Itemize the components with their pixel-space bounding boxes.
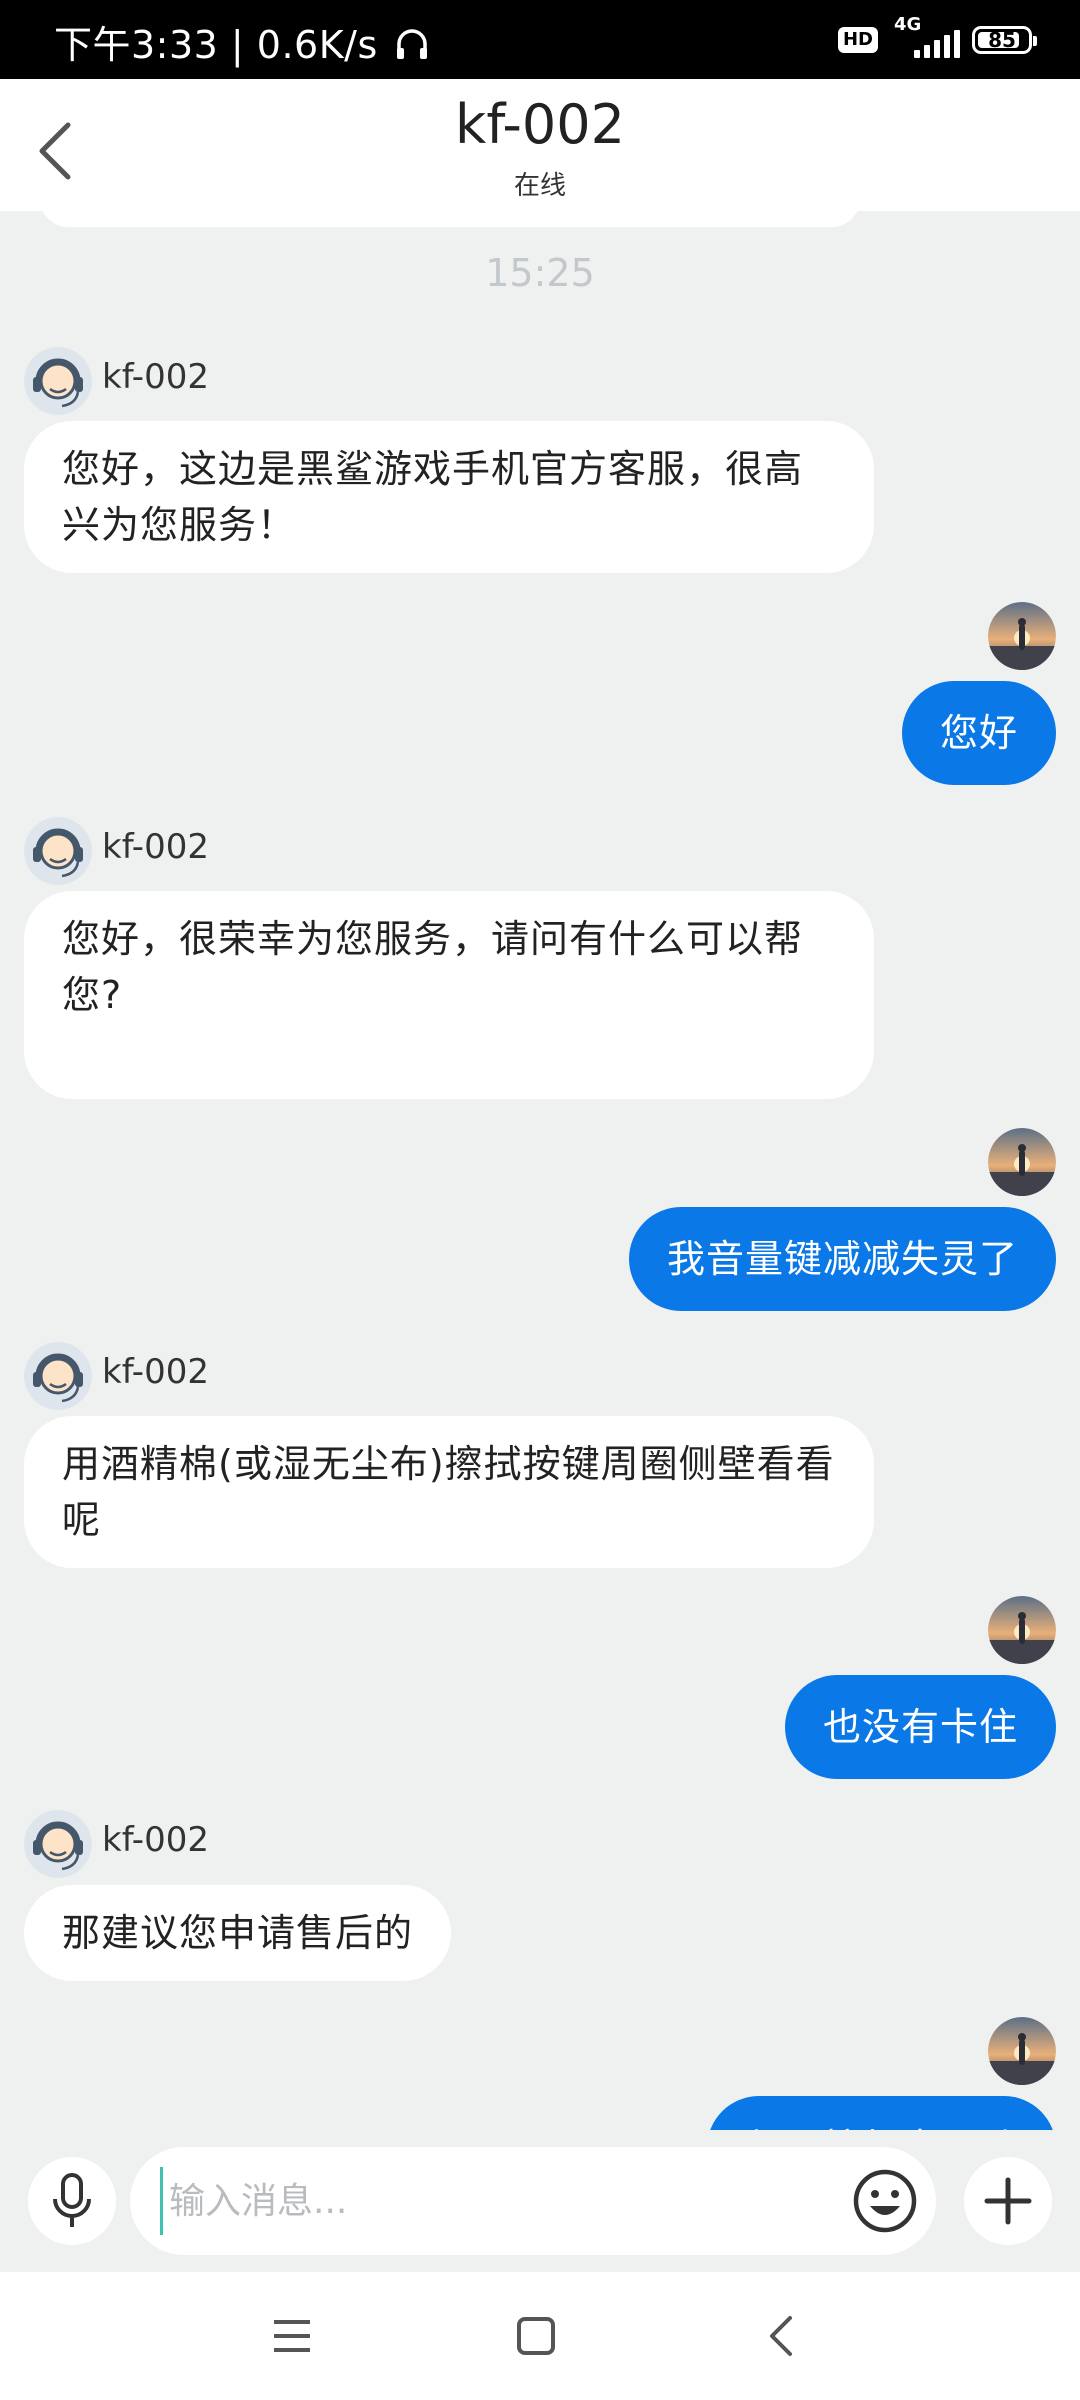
agent-name-label: kf-002: [102, 1820, 209, 1860]
emoji-button[interactable]: [848, 2164, 922, 2238]
user-message-bubble[interactable]: 我音量键减减失灵了: [628, 1207, 1056, 1311]
chat-header: kf-002 在线: [0, 79, 1080, 211]
user-message-bubble[interactable]: 您好: [901, 681, 1056, 785]
user-avatar[interactable]: [988, 1128, 1056, 1196]
agent-avatar[interactable]: [24, 1342, 92, 1410]
headset-icon: [397, 29, 428, 59]
message-input[interactable]: [160, 2167, 820, 2235]
triangle-back-icon: [770, 2316, 792, 2356]
online-status: 在线: [513, 171, 566, 201]
input-bar: [0, 2130, 1080, 2272]
previous-message-bubble: [40, 211, 860, 227]
agent-name-label: kf-002: [102, 827, 209, 867]
menu-icon: [274, 2320, 310, 2352]
user-avatar[interactable]: [988, 2017, 1056, 2085]
agent-name-label: kf-002: [102, 1352, 209, 1392]
user-message-bubble[interactable]: 也没有卡住: [784, 1675, 1056, 1779]
agent-message-bubble[interactable]: 您好，这边是黑鲨游戏手机官方客服，很高兴为您服务！: [24, 421, 874, 573]
hd-badge: HD: [837, 27, 878, 53]
signal-icon: 4G: [892, 14, 960, 62]
agent-avatar[interactable]: [24, 817, 92, 885]
nav-home-button[interactable]: [506, 2306, 566, 2366]
battery-icon: 85: [972, 26, 1037, 54]
add-button[interactable]: [964, 2157, 1052, 2245]
system-nav-bar: [0, 2272, 1080, 2400]
microphone-icon: [53, 2173, 91, 2227]
agent-avatar[interactable]: [24, 347, 92, 415]
user-message-bubble[interactable]: 但是按起来不动: [706, 2096, 1056, 2131]
agent-message-bubble[interactable]: 您好，很荣幸为您服务，请问有什么可以帮您?: [24, 891, 874, 1099]
battery-level: 85: [988, 28, 1016, 52]
agent-message-bubble[interactable]: 那建议您申请售后的: [24, 1885, 452, 1981]
page-title: kf-002: [455, 93, 625, 156]
agent-message-bubble[interactable]: 用酒精棉(或湿无尘布)擦拭按键周圈侧壁看看呢: [24, 1416, 874, 1568]
user-avatar[interactable]: [988, 1596, 1056, 1664]
square-icon: [517, 2317, 555, 2355]
agent-name-label: kf-002: [102, 357, 209, 397]
agent-avatar[interactable]: [24, 1810, 92, 1878]
plus-icon: [984, 2177, 1032, 2225]
user-avatar[interactable]: [988, 602, 1056, 670]
nav-menu-button[interactable]: [262, 2306, 322, 2366]
nav-back-button[interactable]: [752, 2306, 812, 2366]
smiley-icon: [853, 2169, 917, 2233]
message-input-box[interactable]: [130, 2147, 936, 2255]
status-time-speed: 下午3:33 | 0.6K/s: [54, 14, 430, 69]
voice-button[interactable]: [28, 2157, 116, 2245]
status-bar: 下午3:33 | 0.6K/s HD 4G 85: [0, 0, 1080, 79]
message-list[interactable]: 15:25 kf-002 您好，这边是黑鲨游戏手机官方客服，很高兴为您服务！ 您好 k…: [0, 211, 1080, 2131]
message-timestamp: 15:25: [485, 251, 595, 295]
